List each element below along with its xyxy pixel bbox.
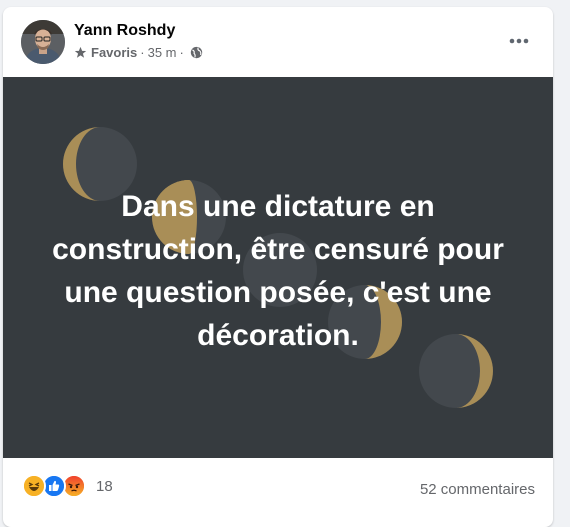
avatar-image	[21, 20, 65, 64]
post-time[interactable]: 35 m	[148, 45, 177, 60]
post-background: Dans une dictature en construction, être…	[3, 77, 553, 458]
meta-separator: ·	[140, 45, 145, 60]
reactions-summary[interactable]: 18	[22, 474, 113, 498]
globe-icon[interactable]	[190, 46, 203, 59]
post-footer: 18 52 commentaires	[3, 458, 553, 508]
avatar[interactable]	[21, 20, 65, 64]
comments-count-link[interactable]: 52 commentaires	[420, 481, 535, 498]
more-dots-icon	[509, 38, 529, 44]
meta-separator: ·	[179, 45, 184, 60]
haha-icon	[22, 474, 46, 498]
post-meta: Favoris · 35 m ·	[74, 45, 203, 60]
post-header: Yann Roshdy Favoris · 35 m ·	[3, 7, 553, 77]
post-card: Yann Roshdy Favoris · 35 m · Dans une di…	[3, 7, 553, 527]
reaction-count[interactable]: 18	[96, 478, 113, 495]
more-options-button[interactable]	[501, 27, 537, 55]
post-text: Dans une dictature en construction, être…	[52, 190, 504, 352]
star-icon	[74, 46, 87, 58]
audience-label[interactable]: Favoris	[91, 45, 137, 60]
author-name[interactable]: Yann Roshdy	[74, 22, 175, 40]
